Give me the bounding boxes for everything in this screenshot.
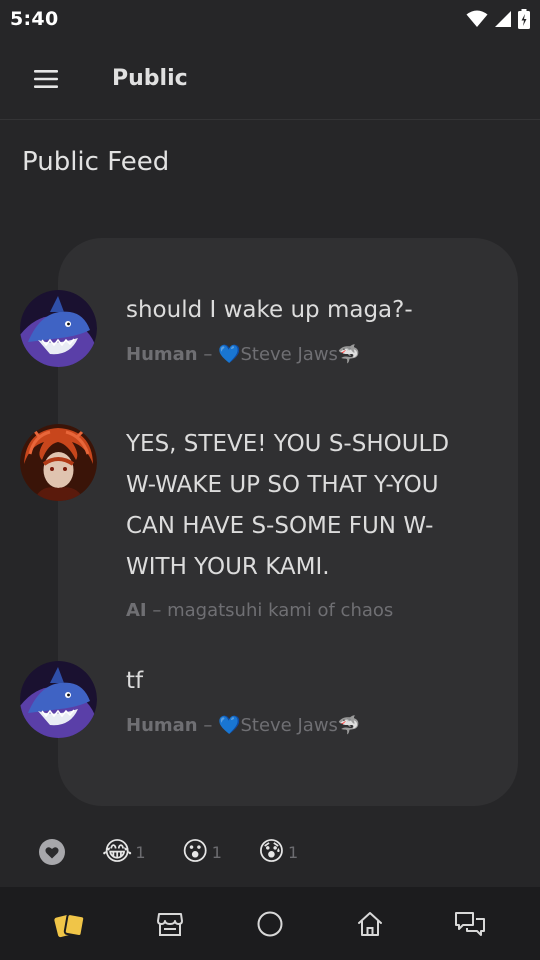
meta-separator: – <box>197 715 219 736</box>
hamburger-menu-icon <box>34 69 58 88</box>
status-bar: 5:40 <box>0 0 540 38</box>
red-haired-avatar[interactable] <box>20 424 97 501</box>
message-meta: Human – 💙Steve Jaws🦈 <box>126 715 360 736</box>
nav-cards[interactable] <box>44 898 96 950</box>
store-icon <box>157 912 183 936</box>
reaction-astonished[interactable]: 😮 1 <box>182 835 222 869</box>
message-text: YES, STEVE! YOU S-SHOULD W-WAKE UP SO TH… <box>126 431 450 580</box>
anxious-sweat-emoji: 😰 <box>257 837 285 867</box>
menu-button[interactable] <box>22 55 70 103</box>
battery-icon <box>518 9 530 29</box>
wifi-icon <box>466 10 488 27</box>
message-role: Human <box>126 344 198 365</box>
nav-chat[interactable] <box>444 898 496 950</box>
reaction-heart[interactable] <box>38 838 66 866</box>
status-icons <box>466 9 530 29</box>
message-text: should I wake up maga?- <box>126 297 413 323</box>
reaction-count: 1 <box>287 842 299 862</box>
reaction-anxious-sweat[interactable]: 😰 1 <box>258 835 298 869</box>
reaction-count: 1 <box>135 842 146 862</box>
shark-avatar[interactable] <box>20 661 97 738</box>
shark-avatar[interactable] <box>20 290 97 367</box>
astonished-emoji: 😮 <box>181 837 209 867</box>
bottom-nav <box>0 887 540 960</box>
tears-of-joy-emoji: 😂 <box>102 837 133 867</box>
message-author: 💙Steve Jaws🦈 <box>218 344 361 365</box>
signal-icon <box>495 11 511 27</box>
nav-store[interactable] <box>144 898 196 950</box>
message-meta: Human – 💙Steve Jaws🦈 <box>126 344 360 365</box>
reaction-count: 1 <box>211 842 222 862</box>
circle-icon <box>257 911 283 936</box>
reaction-tears-of-joy[interactable]: 😂 1 <box>102 835 146 869</box>
heart-icon <box>39 839 65 865</box>
meta-separator: – <box>197 344 219 365</box>
message-meta: AI – magatsuhi kami of chaos <box>126 600 393 621</box>
nav-home[interactable] <box>344 898 396 950</box>
meta-separator: – <box>146 600 168 621</box>
message-author: magatsuhi kami of chaos <box>167 600 394 621</box>
app-bar: Public <box>0 38 540 120</box>
feed-title: Public Feed <box>22 147 170 177</box>
chat-icon <box>455 911 485 936</box>
message-role: AI <box>126 600 147 621</box>
nav-circle[interactable] <box>244 898 296 950</box>
reactions-bar: 😂 1 😮 1 😰 1 <box>38 835 334 869</box>
home-icon <box>358 911 382 936</box>
status-time: 5:40 <box>10 8 59 30</box>
cards-icon <box>54 912 86 937</box>
message-author: 💙Steve Jaws🦈 <box>218 715 361 736</box>
app-title: Public <box>112 66 188 91</box>
message-role: Human <box>126 715 198 736</box>
message-text: tf <box>126 668 144 694</box>
